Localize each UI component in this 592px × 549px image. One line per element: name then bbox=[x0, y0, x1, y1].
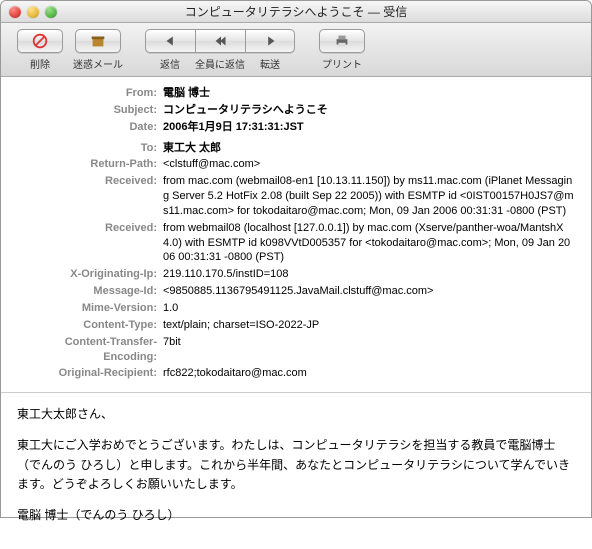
reply-button[interactable] bbox=[145, 29, 195, 53]
orig-recip-label: Original-Recipient: bbox=[17, 366, 163, 381]
mail-headers: From:電脳 博士 Subject:コンピュータリテラシへようこそ Date:… bbox=[1, 77, 591, 393]
x-orig-ip-label: X-Originating-Ip: bbox=[17, 267, 163, 282]
body-signature: 電脳 博士（でんのう ひろし） bbox=[17, 506, 575, 525]
message-id-label: Message-Id: bbox=[17, 284, 163, 299]
junk-label: 迷惑メール bbox=[73, 56, 123, 71]
orig-recip-value: rfc822;tokodaitaro@mac.com bbox=[163, 366, 307, 381]
from-label: From: bbox=[17, 86, 163, 101]
printer-icon bbox=[333, 32, 351, 50]
content-type-label: Content-Type: bbox=[17, 318, 163, 333]
reply-all-arrow-icon bbox=[212, 32, 230, 50]
window-title: コンピュータリテラシへようこそ — 受信 bbox=[1, 3, 591, 20]
forward-button[interactable] bbox=[245, 29, 295, 53]
received-label-2: Received: bbox=[17, 221, 163, 236]
toolbar: 削除 迷惑メール 返信 全員に返信 転送 bbox=[1, 23, 591, 77]
cte-label: Content-Transfer-Encoding: bbox=[17, 335, 163, 365]
content-type-value: text/plain; charset=ISO-2022-JP bbox=[163, 318, 319, 333]
mime-value: 1.0 bbox=[163, 301, 178, 316]
no-entry-icon bbox=[31, 32, 49, 50]
print-label: プリント bbox=[322, 56, 362, 71]
date-value: 2006年1月9日 17:31:31:JST bbox=[163, 120, 304, 135]
delete-label: 削除 bbox=[30, 56, 50, 71]
x-orig-ip-value: 219.110.170.5/instID=108 bbox=[163, 267, 288, 282]
from-value: 電脳 博士 bbox=[163, 86, 210, 101]
return-path-label: Return-Path: bbox=[17, 157, 163, 172]
received-value-1: from mac.com (webmail08-en1 [10.13.11.15… bbox=[163, 174, 575, 219]
forward-arrow-icon bbox=[261, 32, 279, 50]
date-label: Date: bbox=[17, 120, 163, 135]
received-value-2: from webmail08 (localhost [127.0.0.1]) b… bbox=[163, 221, 575, 266]
junk-button[interactable] bbox=[75, 29, 121, 53]
subject-value: コンピュータリテラシへようこそ bbox=[163, 103, 328, 118]
message-id-value: <9850885.1136795491125.JavaMail.clstuff@… bbox=[163, 284, 433, 299]
delete-button[interactable] bbox=[17, 29, 63, 53]
subject-label: Subject: bbox=[17, 103, 163, 118]
forward-label: 転送 bbox=[245, 56, 295, 71]
return-path-value: <clstuff@mac.com> bbox=[163, 157, 260, 172]
reply-segment bbox=[145, 29, 295, 53]
reply-all-button[interactable] bbox=[195, 29, 245, 53]
cte-value: 7bit bbox=[163, 335, 181, 350]
body-paragraph: 東工大にご入学おめでとうございます。わたしは、コンピュータリテラシを担当する教員… bbox=[17, 436, 575, 494]
reply-arrow-icon bbox=[162, 32, 180, 50]
titlebar: コンピュータリテラシへようこそ — 受信 bbox=[1, 1, 591, 23]
reply-all-label: 全員に返信 bbox=[195, 56, 245, 71]
mime-label: Mime-Version: bbox=[17, 301, 163, 316]
to-label: To: bbox=[17, 141, 163, 156]
body-greeting: 東工大太郎さん、 bbox=[17, 405, 575, 424]
junk-icon bbox=[89, 32, 107, 50]
received-label-1: Received: bbox=[17, 174, 163, 189]
print-button[interactable] bbox=[319, 29, 365, 53]
to-value: 東工大 太郎 bbox=[163, 141, 221, 156]
mail-body: 東工大太郎さん、 東工大にご入学おめでとうございます。わたしは、コンピュータリテ… bbox=[1, 393, 591, 549]
reply-label: 返信 bbox=[145, 56, 195, 71]
